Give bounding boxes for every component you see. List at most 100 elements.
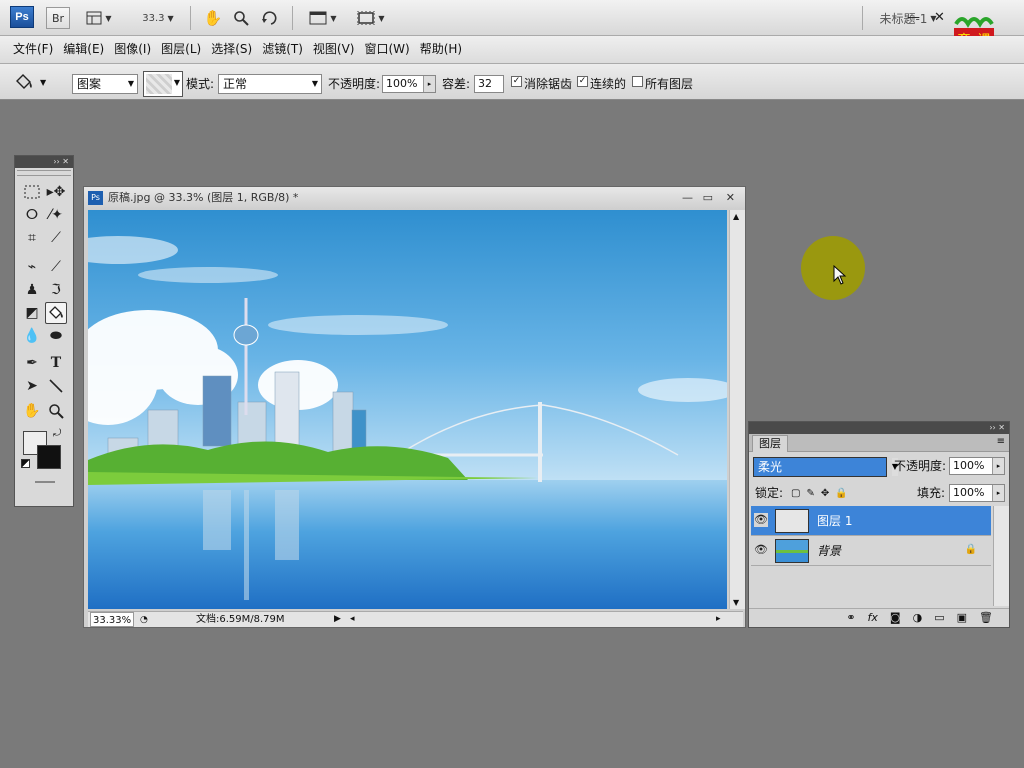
all-layers-checkbox[interactable] [632, 76, 643, 87]
layer-blend-mode-select[interactable]: 柔光 ▼ [753, 457, 898, 477]
tools-panel-header[interactable]: ›› ✕ [15, 156, 73, 168]
panel-grip[interactable] [17, 170, 71, 176]
type-icon: T [50, 355, 62, 371]
restore-doc-button[interactable]: ▭ [703, 187, 713, 209]
tool-preset-picker[interactable]: ▼ [14, 71, 58, 93]
lock-transparent-icon[interactable]: ▢ [791, 488, 800, 499]
layer-style-icon[interactable]: fx [868, 609, 878, 627]
menu-view[interactable]: 视图(V) [308, 39, 360, 59]
history-brush-tool[interactable]: ℑ [45, 279, 67, 301]
fill-source-select[interactable]: 图案 ▼ [72, 74, 138, 94]
menu-edit[interactable]: 编辑(E) [58, 39, 109, 59]
menu-help[interactable]: 帮助(H) [415, 39, 467, 59]
contiguous-checkbox[interactable]: ✓ [577, 76, 588, 87]
new-group-icon[interactable]: ▭ [934, 609, 944, 627]
view-extras-button[interactable]: ▼ [80, 7, 118, 29]
dodge-tool[interactable]: ⬬ [45, 325, 67, 347]
panel-menu-icon[interactable]: ≡ [997, 436, 1005, 447]
layers-scrollbar[interactable] [993, 506, 1009, 606]
quick-mask-button[interactable] [35, 481, 55, 483]
menu-layer[interactable]: 图层(L) [156, 39, 206, 59]
scroll-right-arrow[interactable]: ▸ [716, 612, 721, 627]
opacity-input[interactable]: 100% ▸ [382, 75, 436, 93]
paint-bucket-tool[interactable] [45, 302, 67, 324]
close-doc-button[interactable]: ✕ [726, 187, 735, 209]
document-size: 文档:6.59M/8.79M [196, 614, 285, 625]
marquee-tool[interactable] [21, 181, 43, 203]
lock-options: ▢ ✎ ✥ 🔒 [791, 488, 848, 499]
crop-tool[interactable]: ⌗ [21, 227, 43, 249]
path-selection-tool[interactable]: ➤ [21, 375, 43, 397]
status-info-icon[interactable]: ◔ [140, 613, 148, 628]
tab-layers[interactable]: 图层 [752, 435, 788, 452]
fill-slider-toggle[interactable]: ▸ [992, 485, 1004, 501]
line-tool[interactable] [45, 375, 67, 397]
layer-opacity-input[interactable]: 100% ▸ [949, 457, 1005, 475]
image-canvas[interactable] [88, 210, 727, 609]
screen-mode-button[interactable]: ▼ [352, 7, 390, 29]
layer-thumbnail [775, 539, 809, 563]
background-color-swatch[interactable] [37, 445, 61, 469]
zoom-level-dropdown[interactable]: 33.3 ▼ [134, 7, 182, 29]
menu-select[interactable]: 选择(S) [206, 39, 257, 59]
pattern-picker[interactable]: ▼ [143, 71, 183, 97]
minimize-doc-button[interactable]: — [682, 187, 693, 209]
default-colors-icon[interactable] [21, 459, 30, 468]
opacity-slider-toggle[interactable]: ▸ [423, 76, 435, 92]
move-tool[interactable]: ▸✥ [45, 181, 67, 203]
tolerance-input[interactable]: 32 [474, 75, 504, 93]
menu-image[interactable]: 图像(I) [109, 39, 156, 59]
status-menu-arrow[interactable]: ▶ [334, 612, 341, 627]
layer-row-layer1[interactable]: 👁 图层 1 [751, 506, 991, 536]
eye-icon[interactable]: 👁 [754, 543, 768, 557]
zoom-tool[interactable] [45, 400, 67, 422]
layer-row-background[interactable]: 👁 背景 🔒 [751, 536, 991, 566]
zoom-tool-button[interactable] [230, 7, 252, 29]
magic-wand-tool[interactable]: ⁄✦ [45, 204, 67, 226]
hand-icon: ✋ [23, 403, 41, 419]
menu-filter[interactable]: 滤镜(T) [257, 39, 308, 59]
pen-tool[interactable]: ✒ [21, 352, 43, 374]
arrange-documents-button[interactable]: ▼ [304, 7, 342, 29]
rotate-view-button[interactable] [258, 7, 280, 29]
type-tool[interactable]: T [45, 352, 67, 374]
layers-panel-header[interactable]: ›› ✕ [749, 422, 1009, 434]
scroll-left-arrow[interactable]: ◂ [350, 612, 355, 627]
cursor-highlight [801, 236, 865, 300]
new-layer-icon[interactable]: ▣ [957, 609, 967, 627]
minimize-button[interactable]: — [907, 10, 920, 25]
eye-icon[interactable]: 👁 [754, 513, 768, 527]
lock-all-icon[interactable]: 🔒 [835, 488, 847, 499]
bridge-button[interactable]: Br [46, 7, 70, 29]
layer-name: 图层 1 [817, 514, 853, 528]
fill-input[interactable]: 100% ▸ [949, 484, 1005, 502]
link-layers-icon[interactable]: ⚭ [846, 609, 855, 627]
swap-colors-icon[interactable]: ⤾ [53, 428, 61, 439]
scroll-up-arrow[interactable]: ▲ [733, 212, 739, 221]
menu-file[interactable]: 文件(F) [8, 39, 58, 59]
vertical-scrollbar[interactable]: ▲ ▼ [729, 210, 745, 609]
close-button[interactable]: ✕ [934, 10, 945, 25]
delete-layer-icon[interactable]: 🗑 [979, 609, 993, 627]
opacity-slider-toggle[interactable]: ▸ [992, 458, 1004, 474]
zoom-field[interactable]: 33.33% [90, 612, 135, 627]
healing-brush-tool[interactable]: ⌁ [21, 256, 43, 278]
add-mask-icon[interactable]: ◙ [890, 609, 901, 627]
lock-position-icon[interactable]: ✥ [821, 488, 829, 499]
antialias-checkbox[interactable]: ✓ [511, 76, 522, 87]
clone-stamp-tool[interactable]: ♟ [21, 279, 43, 301]
blend-mode-select[interactable]: 正常 ▼ [218, 74, 322, 94]
brush-tool[interactable]: ⟋ [45, 256, 67, 278]
lasso-tool[interactable]: ⵔ [21, 204, 43, 226]
blur-tool[interactable]: 💧 [21, 325, 43, 347]
hand-tool-button[interactable]: ✋ [202, 7, 224, 29]
hand-tool[interactable]: ✋ [21, 400, 43, 422]
scroll-down-arrow[interactable]: ▼ [733, 598, 739, 607]
contiguous-label: 连续的 [590, 77, 627, 91]
eraser-tool[interactable]: ◩ [21, 302, 43, 324]
lock-paint-icon[interactable]: ✎ [806, 488, 814, 499]
document-title-bar[interactable]: Ps 原稿.jpg @ 33.3% (图层 1, RGB/8) * — ▭ ✕ [84, 187, 745, 209]
adjustment-layer-icon[interactable]: ◑ [913, 609, 923, 627]
menu-window[interactable]: 窗口(W) [359, 39, 414, 59]
eyedropper-tool[interactable]: ⟋ [45, 227, 67, 249]
